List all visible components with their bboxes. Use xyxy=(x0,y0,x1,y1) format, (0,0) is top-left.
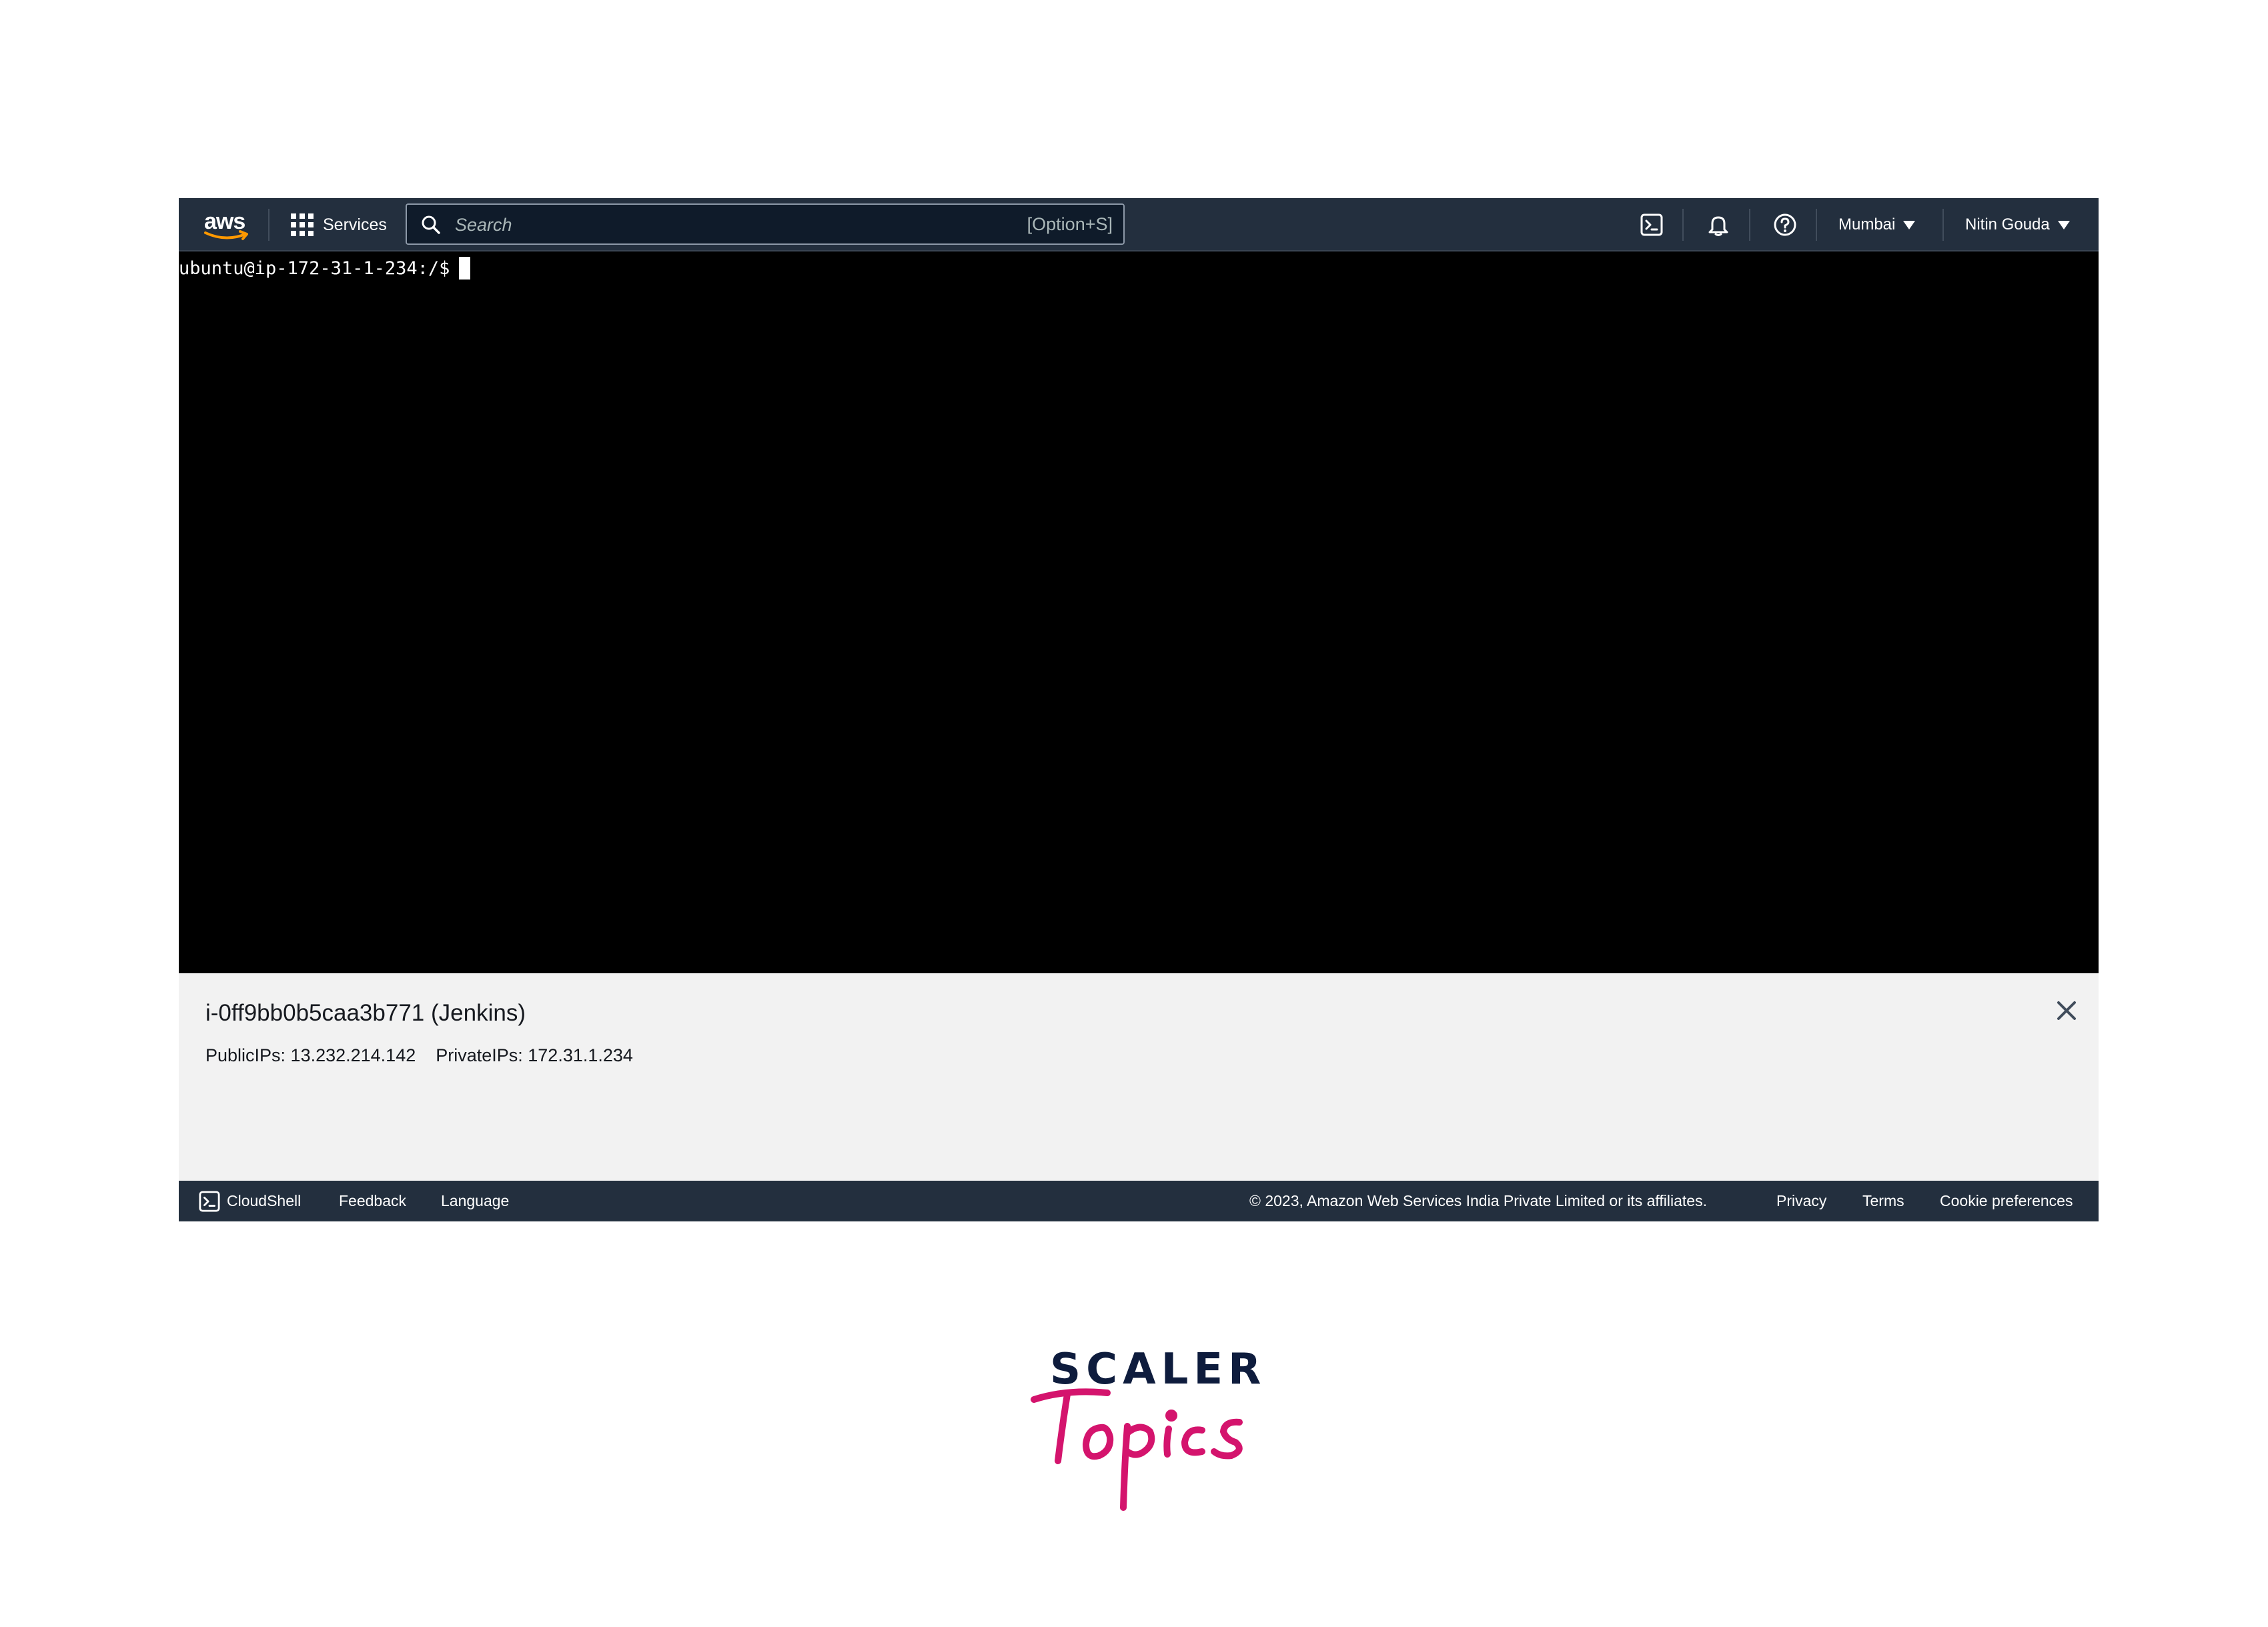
cloudshell-button[interactable] xyxy=(1638,211,1665,238)
search-box[interactable]: [Option+S] xyxy=(406,203,1125,245)
bell-icon xyxy=(1708,216,1728,236)
terminal-prompt: ubuntu@ip-172-31-1-234:/$ xyxy=(179,257,450,279)
search-input[interactable] xyxy=(454,209,963,241)
nav-divider xyxy=(1749,209,1750,241)
nav-divider xyxy=(1942,209,1944,241)
help-icon xyxy=(1774,213,1796,236)
terminal-cursor xyxy=(459,257,471,280)
topics-script-logo xyxy=(1031,1388,1243,1511)
privacy-link[interactable]: Privacy xyxy=(1776,1181,1826,1221)
caret-down-icon xyxy=(2057,220,2070,229)
caret-down-icon xyxy=(1903,220,1916,229)
cloudshell-label: CloudShell xyxy=(227,1192,302,1209)
language-link[interactable]: Language xyxy=(441,1181,509,1221)
public-ips: PublicIPs: 13.232.214.142 xyxy=(205,1045,416,1065)
cookie-preferences-link[interactable]: Cookie preferences xyxy=(1940,1181,2073,1221)
nav-divider xyxy=(268,209,269,241)
terms-link[interactable]: Terms xyxy=(1862,1181,1904,1221)
help-button[interactable] xyxy=(1772,211,1798,238)
cloudshell-footer-button[interactable]: CloudShell xyxy=(199,1181,301,1221)
terminal-prompt-line: ubuntu@ip-172-31-1-234:/$ xyxy=(179,257,471,280)
apps-grid-icon xyxy=(291,213,314,236)
aws-logo[interactable]: aws xyxy=(203,206,252,243)
services-menu-button[interactable]: Services xyxy=(291,198,387,251)
nav-divider xyxy=(1816,209,1817,241)
instance-title: i-0ff9bb0b5caa3b771 (Jenkins) xyxy=(205,1000,526,1026)
scaler-topics-logo: SCALER xyxy=(1027,1334,1261,1514)
search-icon xyxy=(422,215,440,234)
account-menu[interactable]: Nitin Gouda xyxy=(1965,198,2070,251)
services-label: Services xyxy=(323,215,387,234)
private-ips: PrivateIPs: 172.31.1.234 xyxy=(436,1045,633,1065)
nav-divider xyxy=(1682,209,1684,241)
region-selector[interactable]: Mumbai xyxy=(1838,198,1916,251)
search-shortcut-hint: [Option+S] xyxy=(1027,214,1113,234)
top-navigation-bar: aws Services [Option+S] xyxy=(179,198,2099,251)
instance-ips: PublicIPs: 13.232.214.142 PrivateIPs: 17… xyxy=(205,1045,633,1066)
cloudshell-icon xyxy=(1640,213,1663,236)
console-footer: CloudShell Feedback Language © 2023, Ama… xyxy=(179,1181,2099,1221)
notifications-button[interactable] xyxy=(1705,211,1732,238)
close-icon[interactable] xyxy=(2053,997,2080,1024)
aws-console-window: aws Services [Option+S] xyxy=(179,198,2099,1221)
instance-info-panel: i-0ff9bb0b5caa3b771 (Jenkins) PublicIPs:… xyxy=(179,973,2099,1181)
region-label: Mumbai xyxy=(1838,215,1896,233)
cloudshell-icon xyxy=(199,1190,220,1212)
feedback-link[interactable]: Feedback xyxy=(339,1181,406,1221)
account-name: Nitin Gouda xyxy=(1965,215,2050,233)
terminal-area[interactable]: ubuntu@ip-172-31-1-234:/$ xyxy=(179,251,2099,919)
aws-smile-icon xyxy=(204,230,248,240)
copyright-text: © 2023, Amazon Web Services India Privat… xyxy=(1249,1192,1707,1209)
